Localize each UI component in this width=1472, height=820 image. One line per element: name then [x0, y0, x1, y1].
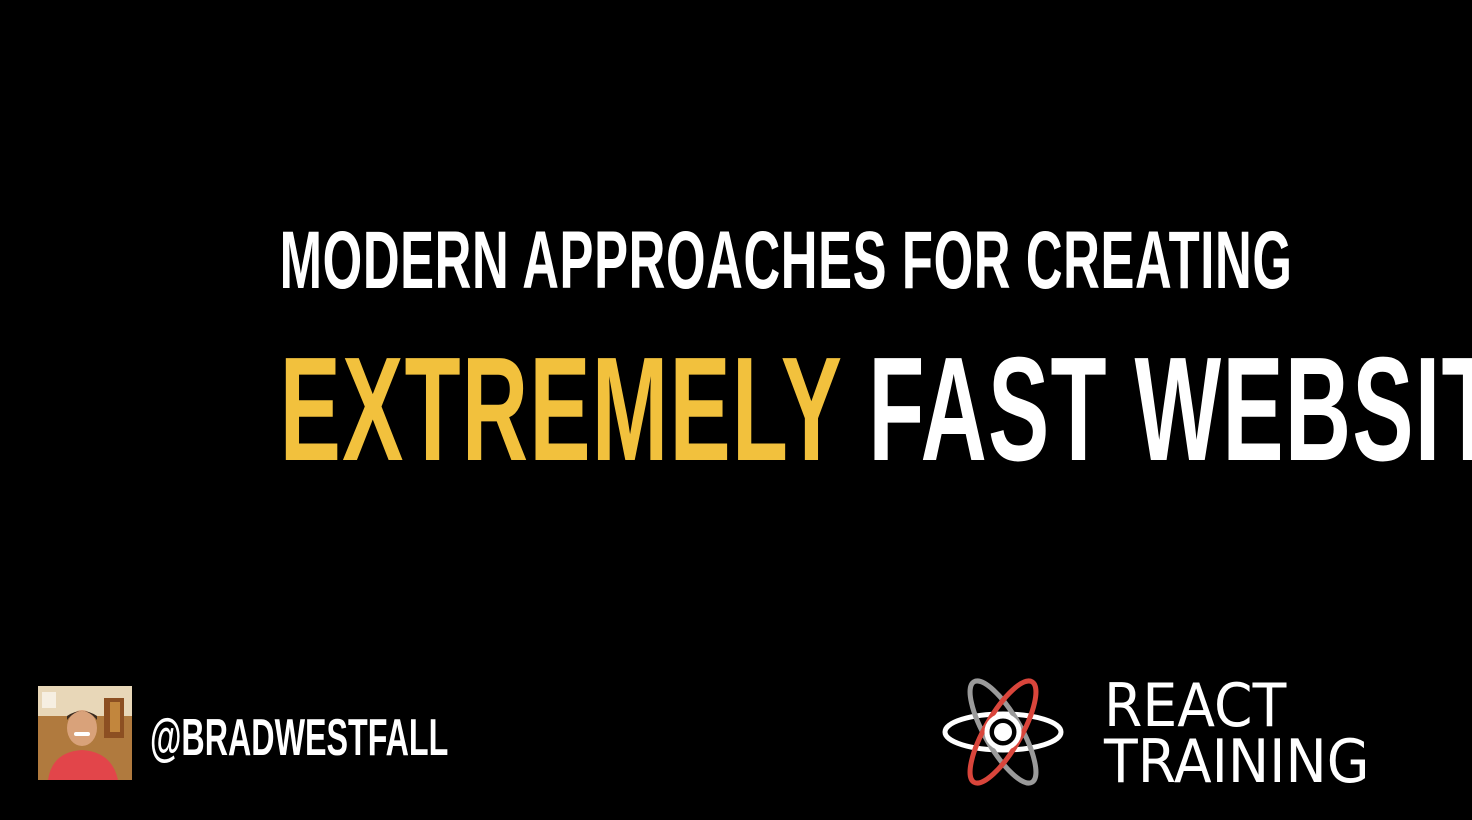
- react-atom-logo-icon: [942, 678, 1064, 786]
- presenter-avatar: [38, 686, 132, 780]
- react-training-logo: [938, 676, 1068, 788]
- title-highlight-word: EXTREMELY: [279, 327, 842, 492]
- brand-line-training: TRAINING: [1104, 727, 1370, 797]
- presenter-photo-icon: [38, 686, 132, 780]
- title-line-2: EXTREMELY FAST WEBSITES: [280, 336, 1472, 484]
- title-slide: MODERN APPROACHES FOR CREATING EXTREMELY…: [0, 0, 1472, 820]
- brand-line-react: REACT: [1104, 671, 1287, 741]
- title-rest: FAST WEBSITES: [868, 327, 1472, 492]
- twitter-handle: @BRADWESTFALL: [150, 709, 449, 767]
- brand-name: REACT TRAINING: [1104, 671, 1393, 797]
- title-line-1: MODERN APPROACHES FOR CREATING: [279, 215, 1293, 306]
